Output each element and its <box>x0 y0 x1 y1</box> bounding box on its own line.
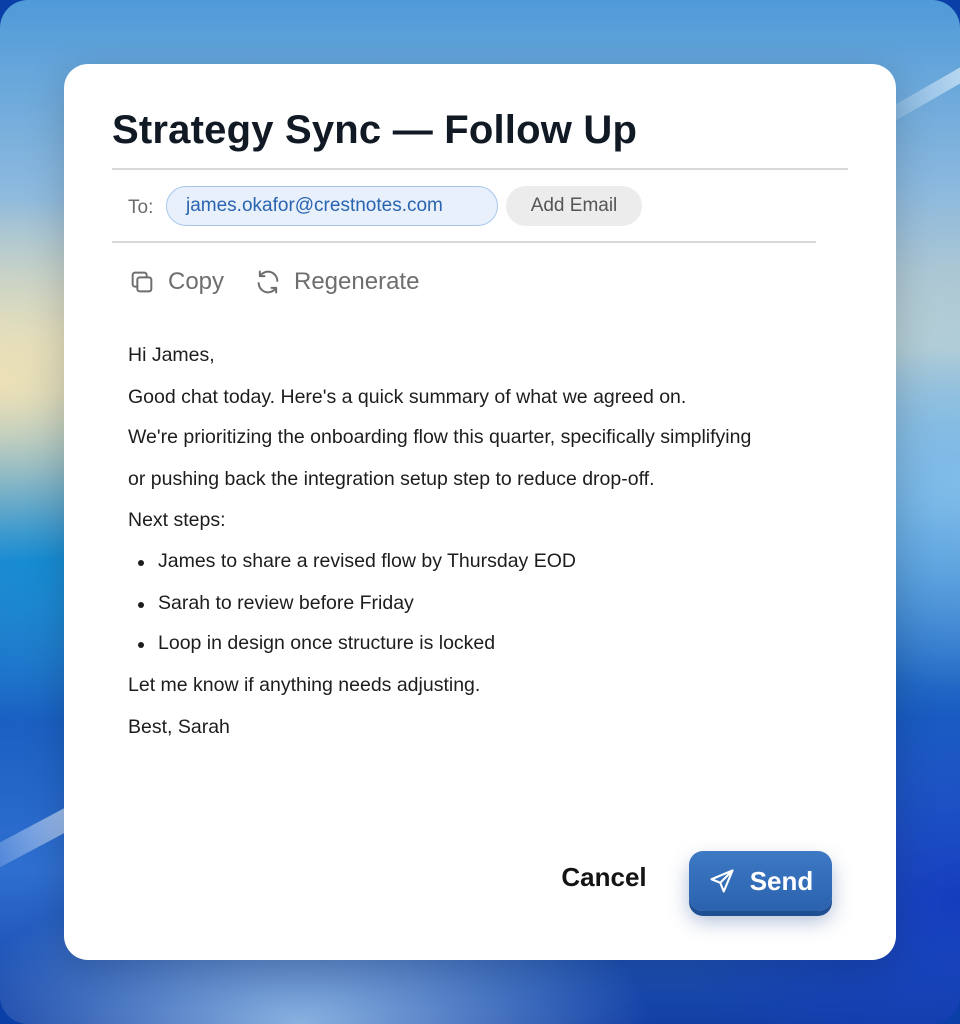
next-steps-heading: Next steps: <box>128 509 226 531</box>
add-email-button[interactable]: Add Email <box>506 186 642 226</box>
copy-button[interactable]: Copy <box>128 264 224 300</box>
list-item: Loop in design once structure is locked <box>137 632 496 654</box>
list-item: Sarah to review before Friday <box>138 592 414 614</box>
dialog-title: Strategy Sync — Follow Up <box>112 108 638 152</box>
send-label: Send <box>749 865 814 896</box>
send-button[interactable]: Send <box>689 851 832 911</box>
signoff-text: Best, Sarah <box>128 716 230 738</box>
recipients-divider <box>112 241 816 243</box>
recipient-chip[interactable]: james.okafor@crestnotes.com <box>166 186 498 226</box>
refresh-icon <box>257 270 279 294</box>
to-label: To: <box>128 197 154 218</box>
cancel-button[interactable]: Cancel <box>554 862 654 893</box>
email-compose-dialog: Strategy Sync — Follow Up To: james.okaf… <box>64 64 896 960</box>
copy-icon <box>131 271 153 293</box>
copy-label: Copy <box>168 268 225 295</box>
greeting-text: Hi James, <box>128 344 215 366</box>
summary-text-line: or pushing back the integration setup st… <box>128 468 655 490</box>
regenerate-label: Regenerate <box>294 268 420 295</box>
closing-text: Let me know if anything needs adjusting. <box>128 674 481 696</box>
summary-text-line: We're prioritizing the onboarding flow t… <box>128 426 752 448</box>
regenerate-button[interactable]: Regenerate <box>254 264 419 300</box>
intro-text: Good chat today. Here's a quick summary … <box>128 386 687 408</box>
list-item: James to share a revised flow by Thursda… <box>138 550 576 572</box>
title-divider <box>112 168 848 170</box>
send-icon <box>710 869 734 893</box>
